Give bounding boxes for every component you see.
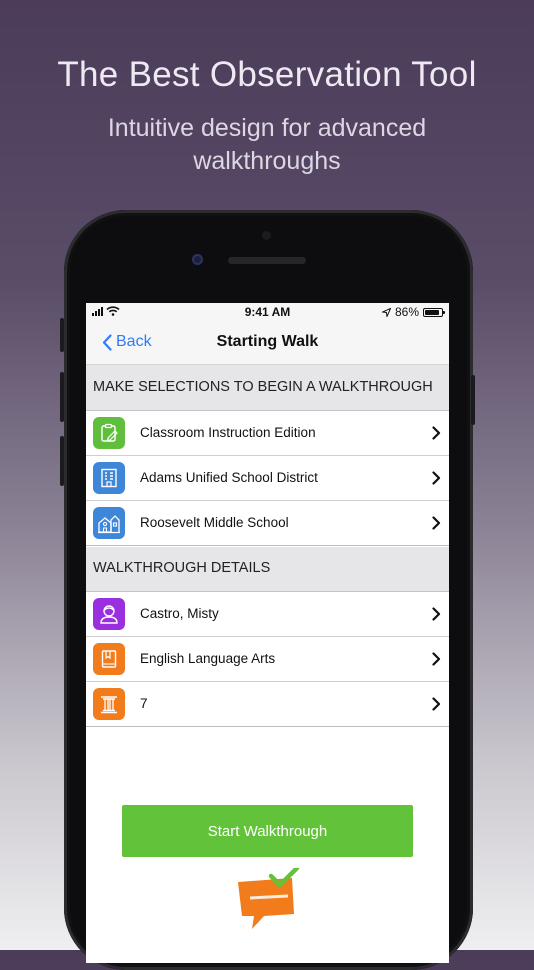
promo-headline: The Best Observation Tool xyxy=(57,55,477,94)
nav-title: Starting Walk xyxy=(216,333,319,350)
chevron-right-icon xyxy=(432,426,441,440)
mute-switch xyxy=(60,318,64,352)
row-school[interactable]: Roosevelt Middle School xyxy=(86,501,449,546)
section-header-details: WALKTHROUGH DETAILS xyxy=(86,547,449,592)
row-teacher[interactable]: Castro, Misty xyxy=(86,592,449,637)
person-icon xyxy=(93,598,125,630)
row-label: Castro, Misty xyxy=(140,606,219,621)
proximity-sensor xyxy=(262,231,271,240)
volume-down-button xyxy=(60,436,64,486)
row-label: Adams Unified School District xyxy=(140,470,318,485)
row-label: English Language Arts xyxy=(140,651,276,666)
power-button xyxy=(471,375,475,425)
clipboard-icon xyxy=(93,417,125,449)
app-screen: 9:41 AM 86% Back Starting Walk MAKE SELE… xyxy=(86,303,449,963)
row-subject[interactable]: English Language Arts xyxy=(86,637,449,682)
earpiece-speaker xyxy=(228,257,306,264)
chevron-right-icon xyxy=(432,697,441,711)
building-icon xyxy=(93,462,125,494)
chevron-right-icon xyxy=(432,652,441,666)
chevron-right-icon xyxy=(432,607,441,621)
promo-subhead: Intuitive design for advanced walkthroug… xyxy=(107,114,427,175)
row-district[interactable]: Adams Unified School District xyxy=(86,456,449,501)
row-label: 7 xyxy=(140,696,148,711)
row-label: Roosevelt Middle School xyxy=(140,515,289,530)
school-icon xyxy=(93,507,125,539)
book-icon xyxy=(93,643,125,675)
chevron-right-icon xyxy=(432,516,441,530)
location-arrow-icon xyxy=(381,307,391,317)
status-bar: 9:41 AM 86% xyxy=(86,303,449,321)
battery-icon xyxy=(423,307,445,317)
front-camera xyxy=(192,254,203,265)
row-label: Classroom Instruction Edition xyxy=(140,425,316,440)
section-header-selections: MAKE SELECTIONS TO BEGIN A WALKTHROUGH xyxy=(86,365,449,411)
chevron-right-icon xyxy=(432,471,441,485)
row-edition[interactable]: Classroom Instruction Edition xyxy=(86,411,449,456)
column-icon xyxy=(93,688,125,720)
volume-up-button xyxy=(60,372,64,422)
app-logo-icon xyxy=(238,868,300,929)
row-grade[interactable]: 7 xyxy=(86,682,449,727)
navigation-bar: Back Starting Walk xyxy=(86,321,449,365)
start-walkthrough-button[interactable]: Start Walkthrough xyxy=(122,805,413,857)
battery-percent: 86% xyxy=(394,305,419,319)
